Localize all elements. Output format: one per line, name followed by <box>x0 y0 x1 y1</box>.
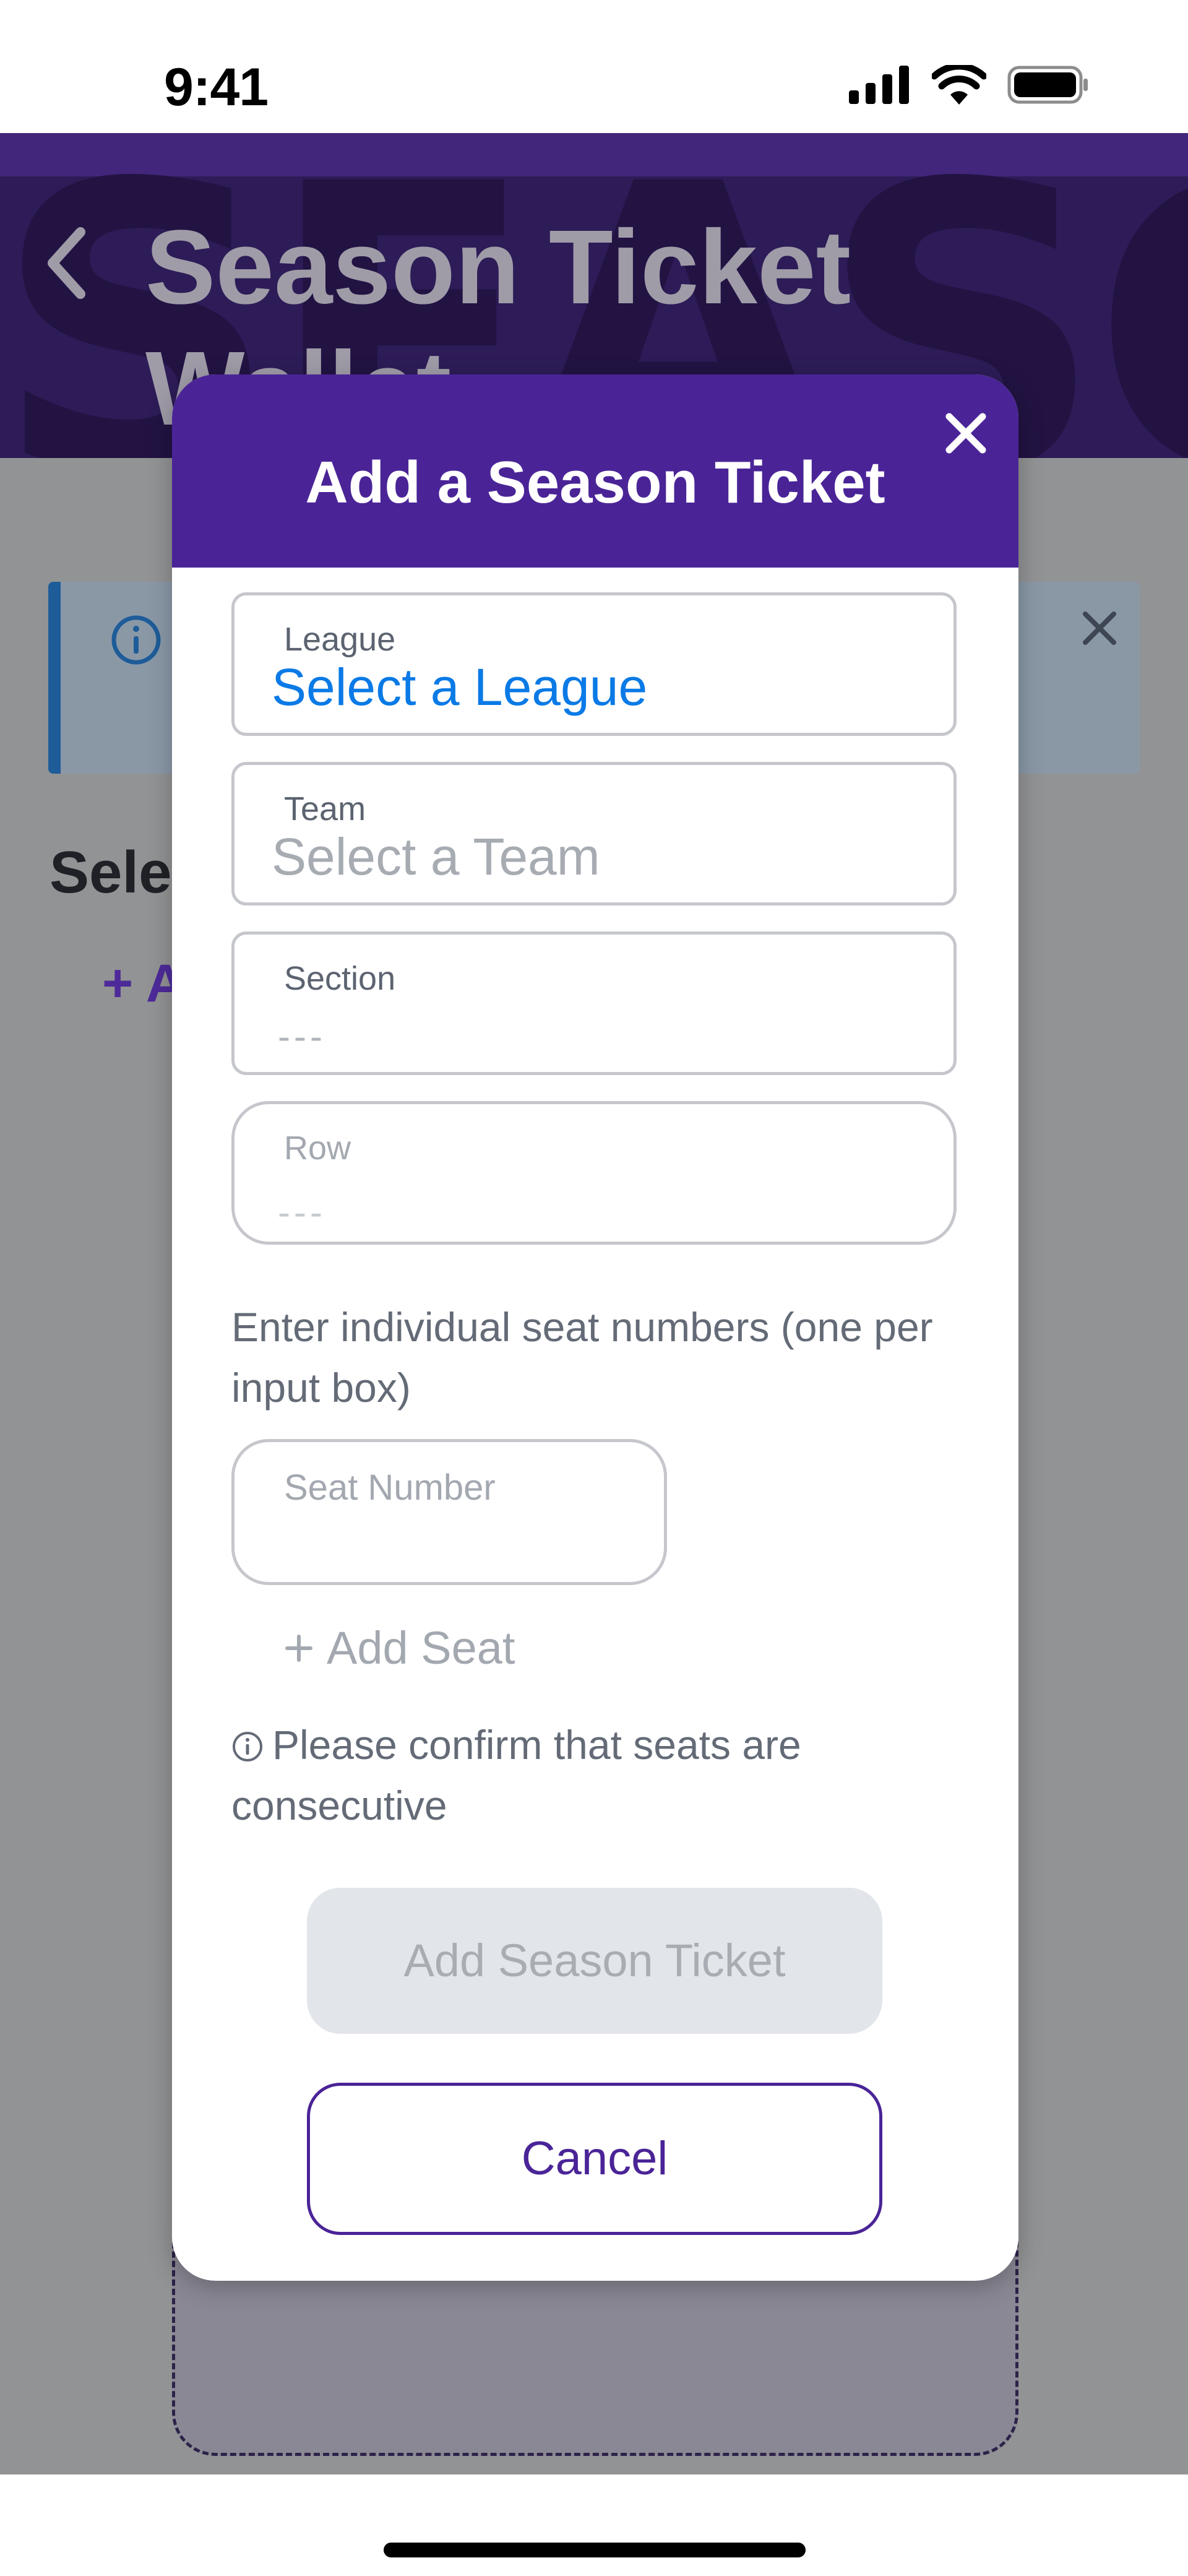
row-field[interactable]: Row --- <box>231 1101 957 1245</box>
league-value: Select a League <box>272 658 648 716</box>
seat-number-input[interactable]: Seat Number <box>231 1439 667 1585</box>
league-select[interactable]: League Select a League <box>231 592 957 736</box>
team-value: Select a Team <box>272 828 600 886</box>
status-bar: 9:41 <box>0 0 1188 133</box>
team-select[interactable]: Team Select a Team <box>231 762 957 905</box>
confirm-note-text: Please confirm that seats are consecutiv… <box>231 1722 801 1828</box>
modal-title: Add a Season Ticket <box>305 449 885 516</box>
row-value: --- <box>278 1191 326 1233</box>
battery-icon <box>1007 66 1088 104</box>
team-label: Team <box>284 790 366 828</box>
seat-number-label: Seat Number <box>284 1467 496 1508</box>
status-icons <box>849 65 1089 105</box>
section-field[interactable]: Section --- <box>231 931 957 1075</box>
add-seat-label: Add Seat <box>327 1622 515 1674</box>
league-label: League <box>284 621 396 658</box>
section-label: Section <box>284 960 396 997</box>
wifi-icon <box>932 65 986 105</box>
modal-header: Add a Season Ticket <box>172 374 1018 568</box>
cellular-signal-icon <box>849 66 909 104</box>
confirm-note: Please confirm that seats are consecutiv… <box>231 1714 957 1836</box>
section-value: --- <box>278 1016 326 1057</box>
home-indicator-area <box>0 2474 1188 2576</box>
info-icon <box>233 1732 262 1761</box>
home-indicator[interactable] <box>384 2543 806 2557</box>
plus-icon <box>285 1634 312 1662</box>
close-icon[interactable] <box>938 405 994 461</box>
cancel-button[interactable]: Cancel <box>307 2083 882 2235</box>
seat-instructions: Enter individual seat numbers (one per i… <box>231 1304 933 1411</box>
section-heading: Sele <box>50 839 172 905</box>
chevron-left-icon[interactable] <box>37 220 93 306</box>
info-icon <box>111 615 161 665</box>
add-season-ticket-button[interactable]: Add Season Ticket <box>307 1888 882 2034</box>
status-time: 9:41 <box>164 58 269 117</box>
close-icon[interactable] <box>1078 607 1121 650</box>
add-season-ticket-modal: Add a Season Ticket League Select a Leag… <box>172 374 1018 2281</box>
row-label: Row <box>284 1130 351 1167</box>
add-seat-button[interactable]: Add Seat <box>283 1622 515 1674</box>
